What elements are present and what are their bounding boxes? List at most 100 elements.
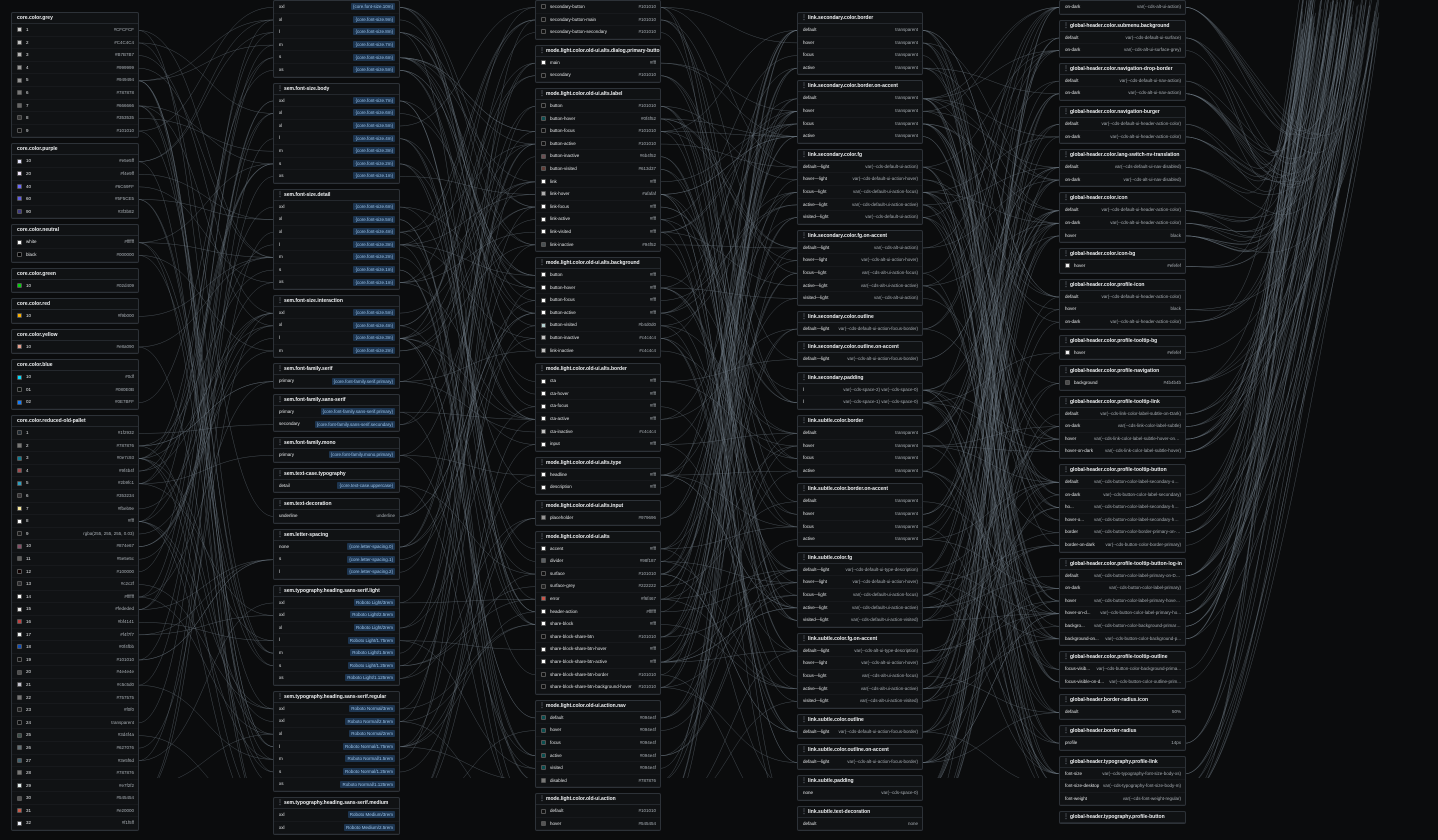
token-row[interactable]: backgro... var(--cds-button-color-backgro… [1060, 620, 1185, 633]
token-row[interactable]: underline underline [274, 510, 399, 523]
token-row[interactable]: on-dark var(--cds-button-color-label-seco… [1060, 489, 1185, 502]
token-group[interactable]: link.subtle.color.fg default—light var(--c… [797, 551, 923, 628]
token-row[interactable]: 20 #4e4e4e [12, 666, 138, 679]
token-row[interactable]: 14 #ffffff [12, 591, 138, 604]
token-group-title[interactable]: link.subtle.color.outline.on-accent [798, 745, 922, 757]
token-row[interactable]: hover #efefef [1060, 347, 1185, 360]
token-group-title[interactable]: sem.font-size.body [274, 84, 399, 95]
token-row[interactable]: active—light var(--cds-alt-ui-action-acti… [798, 683, 922, 696]
token-row[interactable]: focus—light var(--cds-default-ui-action-f… [798, 589, 922, 602]
token-row[interactable]: xxl Roboto Normal/2.5rem [274, 715, 399, 728]
token-group[interactable]: sem.typography.heading.sans-serif.medium… [273, 796, 400, 836]
token-group-title[interactable]: mode.light.color.old-ui.alts [536, 532, 660, 543]
token-row[interactable]: xxl Roboto Light/2.5rem [274, 609, 399, 622]
token-group-title[interactable]: core.color.green [12, 269, 138, 280]
token-row[interactable]: on-dark var(--cds-alt-ui-header-action-co… [1060, 131, 1185, 144]
token-group-title[interactable]: sem.letter-spacing [274, 530, 399, 541]
token-group[interactable]: core.color.grey 1 #CFCFCF 2 #C4C4C4 3 #B7B7B7 4… [11, 12, 139, 139]
token-row[interactable]: hover #094e4f [536, 724, 660, 737]
token-row[interactable]: active #094e4f [536, 750, 660, 763]
token-row[interactable]: surface-grey #222222 [536, 580, 660, 593]
token-row[interactable]: hover-on-dark var(--cds-link-color-label-… [1060, 445, 1185, 459]
token-group-title[interactable]: link.subtle.color.outline [798, 715, 922, 726]
token-group-title[interactable]: link.secondary.color.fg [798, 150, 922, 161]
token-group[interactable]: core.color.red 10 #f9b000 [11, 298, 139, 324]
token-group[interactable]: global-header.border-radius profile 14px [1059, 724, 1186, 751]
token-row[interactable]: default var(--cds-button-color-label-prim… [1060, 570, 1185, 583]
token-row[interactable]: default—light var(--cds-default-ui-action… [798, 161, 922, 174]
token-group[interactable]: sem.font-family.mono primary {core.font-fa… [273, 437, 400, 463]
token-row[interactable]: button-active #101010 [536, 138, 660, 151]
token-row[interactable]: default var(--cds-default-ui-nav-action) [1060, 75, 1185, 88]
token-row[interactable]: link-focus #fff [536, 201, 660, 214]
token-row[interactable]: xxl Roboto Light/3rem [274, 597, 399, 610]
token-row[interactable]: surface #101010 [536, 568, 660, 581]
token-group-title[interactable]: link.secondary.padding [798, 373, 922, 384]
token-row[interactable]: hover #545454 [536, 818, 660, 831]
token-row[interactable]: hover var(--cds-link-color-label-subtle-h… [1060, 433, 1185, 446]
token-group[interactable]: global-header.color.navigation-burgerdef… [1059, 105, 1186, 145]
token-row[interactable]: default—light var(--cds-alt-ui-action-foc… [798, 353, 922, 366]
token-group-title[interactable]: sem.typography.heading.sans-serif.regula… [274, 692, 399, 703]
token-row[interactable]: m Roboto Normal/1.5rem [274, 753, 399, 766]
token-row[interactable]: default none [798, 818, 922, 831]
token-row[interactable]: share-block #fff [536, 618, 660, 631]
token-group-title[interactable]: global-header.color.icon-bg [1060, 249, 1185, 261]
token-row[interactable]: l {core.letter-spacing.2} [274, 566, 399, 579]
token-row[interactable]: 2 #787876 [12, 440, 138, 453]
token-row[interactable]: share-block-share-btn-background-hover #1… [536, 681, 660, 694]
token-row[interactable]: l Roboto Normal/1.75rem [274, 741, 399, 754]
token-row[interactable]: 7 #fbeb9e [12, 503, 138, 516]
token-group[interactable]: global-header.typography.profile-button [1059, 811, 1186, 825]
token-row[interactable]: default 50% [1060, 706, 1185, 719]
token-group[interactable]: secondary-button #101010 secondary-button-… [535, 0, 661, 40]
token-row[interactable]: active transparent [798, 465, 922, 478]
token-row[interactable]: 01 #080E0B [12, 384, 138, 397]
token-group-title[interactable]: global-header.color.lang-switch-nv-trans… [1060, 150, 1185, 162]
token-group[interactable]: global-header.color.profile-tooltip-butt… [1059, 464, 1186, 553]
token-row[interactable]: xs {core.font-size.1m} [274, 170, 399, 183]
token-row[interactable]: 13 #c2c2f [12, 578, 138, 591]
token-row[interactable]: 29 #e7f2f2 [12, 780, 138, 793]
token-row[interactable]: link-active #fff [536, 213, 660, 226]
token-row[interactable]: input #fff [536, 438, 660, 451]
token-row[interactable]: primary {core.font-family.serif.primary} [274, 375, 399, 388]
token-group-title[interactable]: global-header.typography.profile-link [1060, 757, 1185, 768]
token-row[interactable]: 32 #f1f5ff [12, 817, 138, 831]
token-row[interactable]: detail {core.text-case.uppercase} [274, 480, 399, 493]
token-group[interactable]: sem.font-family.sans-serif primary {core.f… [273, 393, 400, 433]
token-row[interactable]: button-focus #101010 [536, 125, 660, 138]
token-row[interactable]: default transparent [798, 92, 922, 105]
token-group-title[interactable]: link.secondary.color.border.on-accent [798, 81, 922, 93]
token-row[interactable]: on-dark var(--cds-button-color-label-prim… [1060, 582, 1185, 595]
token-group[interactable]: mode.light.color.old-ui.action default #10… [535, 793, 661, 832]
token-row[interactable]: hover transparent [798, 105, 922, 118]
token-row[interactable]: 5 #949494 [12, 74, 138, 87]
token-row[interactable]: profile 14px [1060, 737, 1185, 750]
token-row[interactable]: focus—light var(--cds-alt-ui-action-focus… [798, 670, 922, 683]
token-row[interactable]: xl {core.font-size.5m} [274, 213, 399, 226]
token-row[interactable]: active—light var(--cds-alt-ui-action-acti… [798, 280, 922, 293]
token-row[interactable]: on-dark var(--cds-alt-ui-action) [1060, 1, 1185, 14]
token-group[interactable]: core.color.blue 10 #0df 01 #080E0B 02 #0E7BFF [11, 359, 139, 411]
token-row[interactable]: focus transparent [798, 118, 922, 131]
token-group[interactable]: link.subtle.color.fg.on-accentdefault—li… [797, 632, 923, 709]
token-row[interactable]: headline #fff [536, 469, 660, 482]
token-row[interactable]: 1 #1f2932 [12, 427, 138, 440]
token-row[interactable]: 90 #3f3b82 [12, 206, 138, 219]
token-group-title[interactable]: global-header.typography.profile-button [1060, 812, 1185, 824]
token-group-title[interactable]: global-header.border-radius [1060, 726, 1185, 737]
token-row[interactable]: 24 transparent [12, 717, 138, 730]
token-row[interactable]: 26 #627076 [12, 742, 138, 755]
token-group[interactable]: xxl {core.font-size.10m} xl {core.font-size… [273, 0, 400, 78]
token-row[interactable]: default var(--cds-default-ui-header-actio… [1060, 291, 1185, 304]
token-row[interactable]: share-block-share-btn-hover #fff [536, 643, 660, 656]
token-group[interactable]: global-header.color.profile-tooltip-outl… [1059, 651, 1186, 690]
token-row[interactable]: focus #094e4f [536, 737, 660, 750]
token-row[interactable]: secondary-button-secondary #101010 [536, 26, 660, 39]
token-row[interactable]: none {core.letter-spacing.0} [274, 541, 399, 554]
token-row[interactable]: visited—light var(--cds-alt-ui-action-vis… [798, 695, 922, 708]
token-group[interactable]: global-header.color.submenu.backgroundde… [1059, 19, 1186, 58]
token-row[interactable]: active—light var(--cds-default-ui-action-… [798, 602, 922, 615]
token-row[interactable]: 3 #0e7c93 [12, 452, 138, 465]
